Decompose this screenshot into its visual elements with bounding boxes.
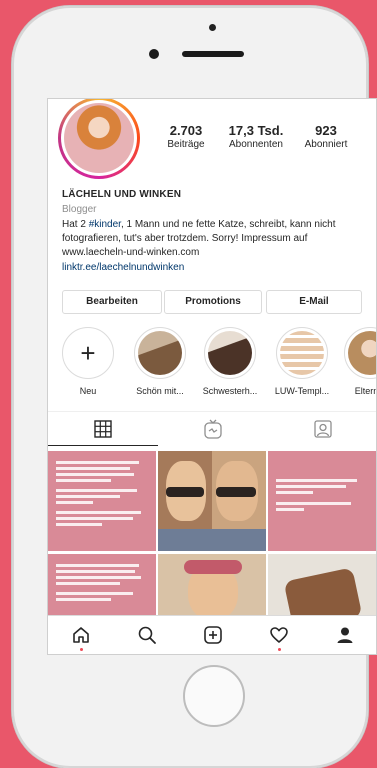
nav-new-post[interactable] <box>193 618 233 652</box>
profile-avatar[interactable] <box>58 99 140 179</box>
stat-followers[interactable]: 17,3 Tsd. Abonnenten <box>221 123 291 150</box>
igtv-icon <box>204 419 222 439</box>
post-thumbnail[interactable] <box>158 451 266 551</box>
highlight-label: LUW-Templ... <box>274 386 330 396</box>
nav-home[interactable] <box>61 618 101 652</box>
following-label: Abonniert <box>304 139 348 150</box>
followers-label: Abonnenten <box>229 139 283 150</box>
followers-count: 17,3 Tsd. <box>228 123 284 138</box>
highlight-item[interactable]: LUW-Templ... <box>270 327 334 396</box>
profile-category: Blogger <box>62 204 97 215</box>
highlight-label: Schwesterh... <box>202 386 258 396</box>
sensor-dot <box>209 24 216 31</box>
highlight-item[interactable]: Schön mit... <box>128 327 192 396</box>
highlight-new[interactable]: + Neu <box>56 327 120 396</box>
bio-prefix: Hat 2 <box>62 219 89 230</box>
stat-following[interactable]: 923 Abonniert <box>291 123 361 150</box>
new-post-icon <box>204 626 222 644</box>
highlight-label: ElternO <box>354 386 376 396</box>
avatar-image <box>64 103 134 173</box>
post-text-image <box>56 461 148 526</box>
post-thumbnail[interactable] <box>48 451 156 551</box>
highlight-cover-image <box>208 331 252 375</box>
grid-icon <box>94 420 112 438</box>
post-text-image <box>56 564 148 601</box>
profile-icon <box>337 627 353 643</box>
promotions-button[interactable]: Promotions <box>164 290 262 314</box>
search-icon <box>138 626 156 644</box>
stat-posts[interactable]: 2.703 Beiträge <box>151 123 221 150</box>
heart-icon <box>270 627 288 643</box>
email-button[interactable]: E-Mail <box>266 290 362 314</box>
tab-grid[interactable] <box>48 412 158 446</box>
highlight-cover-image <box>280 331 324 375</box>
earpiece-speaker <box>182 51 244 57</box>
notification-dot <box>79 648 83 651</box>
profile-bio: Hat 2 #kinder, 1 Mann und ne fette Katze… <box>62 218 370 260</box>
plus-icon: + <box>80 338 96 368</box>
profile-website-link[interactable]: linktr.ee/laechelnundwinken <box>62 262 184 273</box>
highlight-item[interactable]: Schwesterh... <box>198 327 262 396</box>
front-camera <box>149 49 159 59</box>
profile-tabs <box>48 411 376 446</box>
profile-name: LÄCHELN UND WINKEN <box>62 189 182 200</box>
bottom-navigation <box>48 615 376 654</box>
following-count: 923 <box>315 123 337 138</box>
highlight-label: Schön mit... <box>136 386 184 396</box>
bio-hashtag-link[interactable]: #kinder <box>89 219 121 230</box>
tab-igtv[interactable] <box>158 412 268 446</box>
highlight-label: Neu <box>79 386 97 396</box>
notification-dot <box>277 648 281 651</box>
highlight-cover-image <box>348 331 376 375</box>
post-thumbnail[interactable] <box>268 451 376 551</box>
phone-frame: 2.703 Beiträge 17,3 Tsd. Abonnenten 923 … <box>12 6 377 768</box>
nav-profile[interactable] <box>325 618 365 652</box>
posts-count: 2.703 <box>169 123 203 138</box>
home-button[interactable] <box>183 665 245 727</box>
instagram-profile-screen: 2.703 Beiträge 17,3 Tsd. Abonnenten 923 … <box>47 98 377 655</box>
tagged-icon <box>314 420 332 438</box>
highlight-cover-image <box>138 331 182 375</box>
nav-search[interactable] <box>127 618 167 652</box>
tab-tagged[interactable] <box>268 412 376 446</box>
nav-activity[interactable] <box>259 618 299 652</box>
home-icon <box>73 627 89 643</box>
posts-label: Beiträge <box>167 139 205 150</box>
post-text-image <box>276 479 368 511</box>
highlight-item[interactable]: ElternO <box>338 327 376 396</box>
edit-profile-button[interactable]: Bearbeiten <box>62 290 162 314</box>
